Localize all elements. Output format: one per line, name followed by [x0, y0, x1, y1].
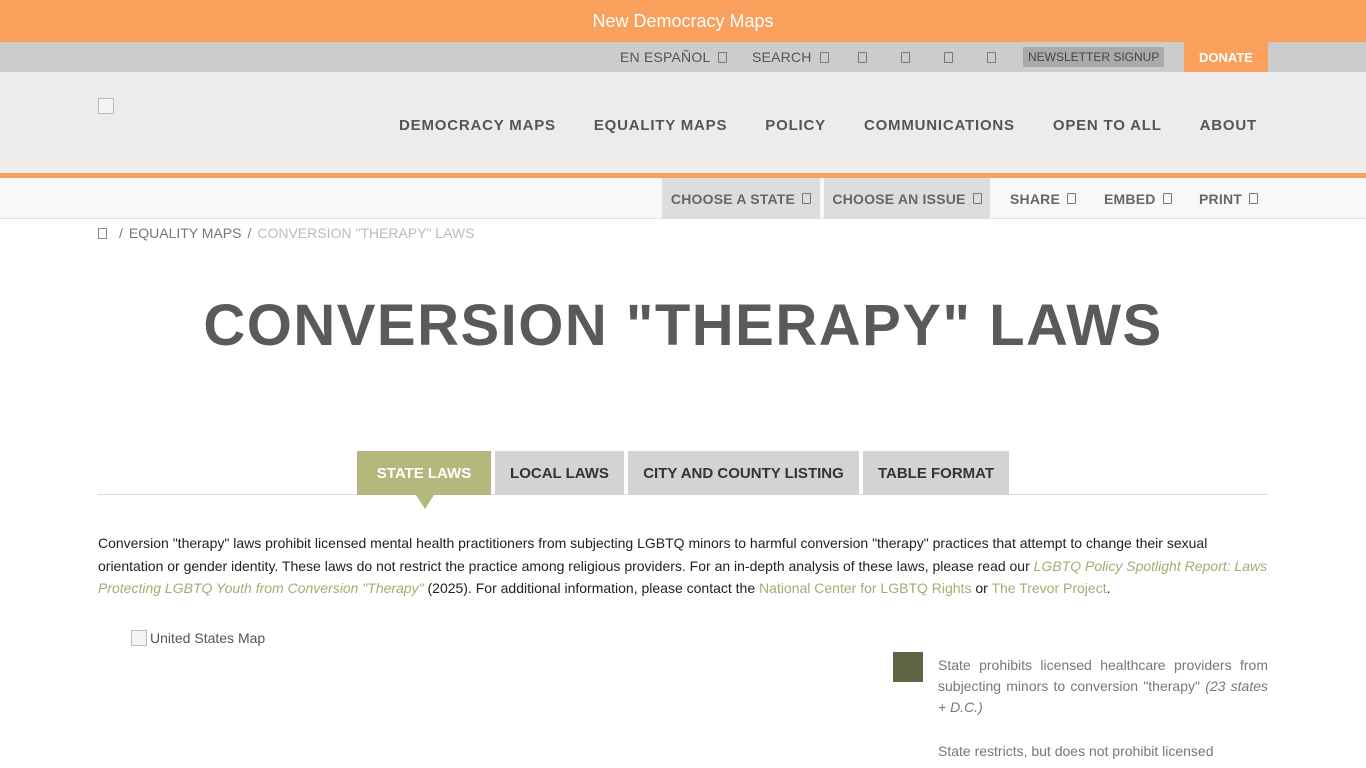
chevron-down-icon [972, 193, 982, 204]
intro-paragraph: Conversion "therapy" laws prohibit licen… [98, 535, 1268, 596]
page-title: CONVERSION "THERAPY" LAWS [203, 293, 1163, 358]
tab-table-format[interactable]: TABLE FORMAT [863, 451, 1009, 495]
nav-policy[interactable]: POLICY [765, 117, 826, 134]
nav-about[interactable]: ABOUT [1200, 117, 1257, 134]
legend-swatch-prohibits [893, 652, 923, 682]
active-tab-pointer [416, 495, 434, 509]
nav-equality-maps[interactable]: EQUALITY MAPS [594, 117, 727, 134]
rss-icon [987, 51, 996, 63]
rss-link[interactable] [987, 42, 996, 72]
tab-city-county-listing[interactable]: CITY AND COUNTY LISTING [628, 451, 859, 495]
site-logo[interactable] [98, 98, 114, 114]
tab-local-laws[interactable]: LOCAL LAWS [495, 451, 624, 495]
donate-button[interactable]: DONATE [1184, 42, 1268, 72]
twitter-icon [901, 51, 910, 63]
search-link[interactable]: SEARCH [752, 42, 829, 72]
breadcrumb-separator: / [247, 225, 252, 241]
top-banner[interactable]: New Democracy Maps [0, 0, 1366, 42]
nav-open-to-all[interactable]: OPEN TO ALL [1053, 117, 1162, 134]
utility-bar: EN ESPAÑOL SEARCH NEWSLETTER SIGNUP DONA… [0, 42, 1366, 72]
instagram-link[interactable] [944, 42, 953, 72]
us-map-image[interactable]: United States Map [131, 630, 265, 646]
nav-democracy-maps[interactable]: DEMOCRACY MAPS [399, 117, 556, 134]
tab-state-laws[interactable]: STATE LAWS [357, 451, 491, 495]
espanol-link[interactable]: EN ESPAÑOL [620, 42, 728, 72]
facebook-icon [858, 51, 867, 63]
breadcrumb: / EQUALITY MAPS / CONVERSION "THERAPY" L… [98, 225, 474, 241]
print-button[interactable]: PRINT [1199, 178, 1258, 219]
main-nav-links: DEMOCRACY MAPS EQUALITY MAPS POLICY COMM… [399, 72, 1257, 178]
choose-issue-dropdown[interactable]: CHOOSE AN ISSUE [824, 178, 990, 219]
choose-state-dropdown[interactable]: CHOOSE A STATE [662, 178, 820, 219]
tab-bar: STATE LAWS LOCAL LAWS CITY AND COUNTY LI… [98, 451, 1268, 495]
broken-image-icon [131, 630, 147, 646]
legend-item-restricts: State restricts, but does not prohibit l… [938, 743, 1214, 759]
sub-navigation: CHOOSE A STATE CHOOSE AN ISSUE SHARE EMB… [0, 178, 1366, 219]
instagram-icon [944, 51, 953, 63]
breadcrumb-current: CONVERSION "THERAPY" LAWS [257, 225, 475, 241]
code-icon [1162, 193, 1172, 204]
main-navigation: DEMOCRACY MAPS EQUALITY MAPS POLICY COMM… [0, 72, 1366, 178]
trevor-project-link[interactable]: The Trevor Project [991, 580, 1106, 596]
nclr-link[interactable]: National Center for LGBTQ Rights [759, 580, 971, 596]
share-button[interactable]: SHARE [1010, 178, 1077, 219]
newsletter-signup-button[interactable]: NEWSLETTER SIGNUP [1023, 47, 1165, 67]
share-icon [1067, 193, 1077, 204]
home-icon[interactable] [98, 227, 107, 239]
breadcrumb-separator: / [119, 225, 123, 241]
map-alt-text: United States Map [150, 630, 266, 646]
breadcrumb-equality-maps[interactable]: EQUALITY MAPS [129, 225, 242, 241]
embed-button[interactable]: EMBED [1104, 178, 1172, 219]
print-icon [1249, 193, 1258, 204]
banner-text[interactable]: New Democracy Maps [592, 11, 773, 32]
nav-communications[interactable]: COMMUNICATIONS [864, 117, 1015, 134]
legend-item-prohibits: State prohibits licensed healthcare prov… [938, 657, 1269, 715]
twitter-link[interactable] [901, 42, 910, 72]
chevron-down-icon [802, 193, 812, 204]
facebook-link[interactable] [858, 42, 867, 72]
search-icon [819, 51, 829, 63]
globe-icon [718, 51, 728, 63]
